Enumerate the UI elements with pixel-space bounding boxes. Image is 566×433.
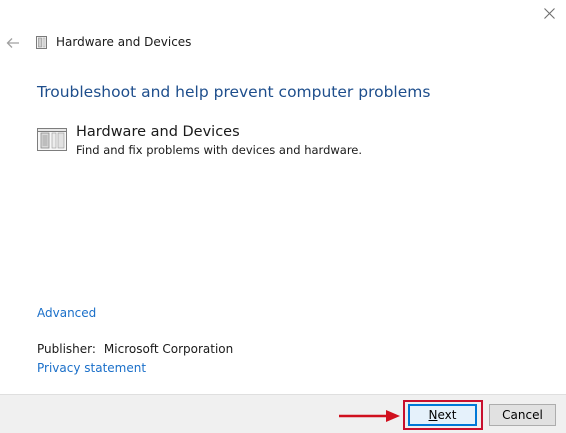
troubleshooter-window: Hardware and Devices Troubleshoot and he… [0,0,566,433]
cancel-button[interactable]: Cancel [489,404,556,426]
window-title: Hardware and Devices [56,35,192,49]
next-label-rest: ext [437,408,457,422]
close-icon [543,7,555,19]
troubleshooter-title: Hardware and Devices [76,124,240,140]
hardware-devices-icon [37,128,67,151]
back-button[interactable] [5,35,21,51]
next-access-key: N [428,408,438,422]
back-arrow-icon [6,38,19,48]
publisher-label: Publisher: [37,342,96,356]
troubleshooter-description: Find and fix problems with devices and h… [76,143,363,157]
close-button[interactable] [540,4,558,22]
next-button[interactable]: Next [408,404,477,426]
advanced-link[interactable]: Advanced [37,306,96,321]
hardware-devices-icon [36,36,47,49]
privacy-statement-link[interactable]: Privacy statement [37,361,146,376]
page-heading: Troubleshoot and help prevent computer p… [37,83,431,101]
publisher-row: Publisher: Microsoft Corporation [37,342,233,357]
publisher-value: Microsoft Corporation [103,342,234,356]
red-arrow-icon [339,410,400,422]
